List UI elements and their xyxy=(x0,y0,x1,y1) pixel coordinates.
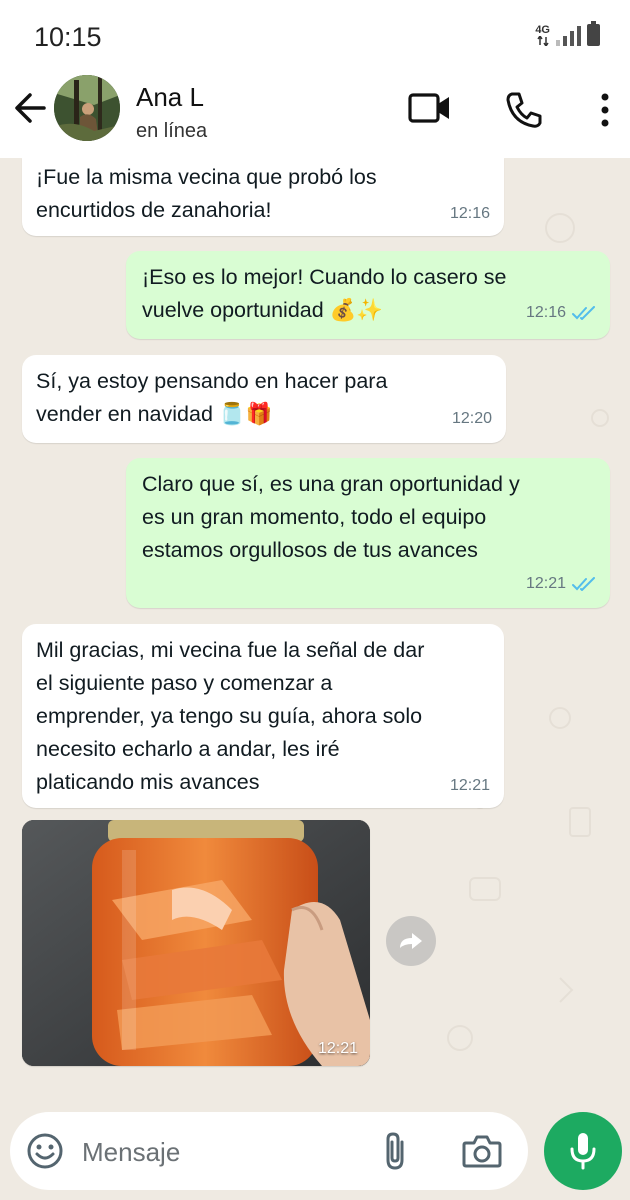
status-time: 10:15 xyxy=(34,22,102,52)
image-message[interactable]: 12:21 xyxy=(22,820,370,1066)
chat-area[interactable]: ¡Fue la misma vecina que probó los encur… xyxy=(0,158,630,1100)
message-time: 12:20 xyxy=(451,410,492,427)
signal-icon xyxy=(556,26,581,46)
emoji-icon[interactable] xyxy=(26,1132,64,1170)
message-input[interactable] xyxy=(80,1133,364,1171)
pickled-carrots-photo xyxy=(22,820,370,1066)
chat-header: Ana L en línea xyxy=(0,70,630,158)
status-icons: 4G xyxy=(535,21,600,46)
message-text: ¡Eso es lo mejor! Cuando lo casero se vu… xyxy=(142,265,507,322)
message-time: 12:16 xyxy=(525,304,566,321)
input-bar xyxy=(0,1100,630,1200)
message-bubble-incoming[interactable]: Mil gracias, mi vecina fue la señal de d… xyxy=(22,624,504,808)
message-meta: 12:16 xyxy=(450,197,490,230)
message-bubble-outgoing[interactable]: Claro que sí, es una gran oportunidad y … xyxy=(126,458,610,608)
message-box xyxy=(10,1112,528,1190)
message-meta: 12:16 xyxy=(526,296,596,329)
message-meta: 12:21 xyxy=(450,769,490,802)
data-arrows-icon xyxy=(537,36,549,46)
message-bubble-outgoing[interactable]: ¡Eso es lo mejor! Cuando lo casero se vu… xyxy=(126,251,610,339)
message-text: Sí, ya estoy pensando en hacer para vend… xyxy=(36,369,388,426)
message-time: 12:21 xyxy=(525,575,566,592)
arrow-left-icon[interactable] xyxy=(10,86,50,130)
contact-name[interactable]: Ana L xyxy=(136,82,204,113)
message-meta: 12:20 xyxy=(452,402,492,435)
message-bubble-incoming[interactable]: ¡Fue la misma vecina que probó los encur… xyxy=(22,158,504,236)
message-bubble-incoming[interactable]: Sí, ya estoy pensando en hacer para vend… xyxy=(22,355,506,443)
message-time: 12:16 xyxy=(449,205,490,222)
camera-icon[interactable] xyxy=(462,1134,502,1168)
phone-icon[interactable] xyxy=(504,90,544,130)
double-check-icon xyxy=(572,576,595,591)
battery-icon xyxy=(587,21,600,46)
message-text: Claro que sí, es una gran oportunidad y … xyxy=(142,472,520,562)
network-label: 4G xyxy=(535,24,550,36)
message-text: Mil gracias, mi vecina fue la señal de d… xyxy=(36,638,425,794)
contact-status: en línea xyxy=(136,120,208,142)
message-time: 12:21 xyxy=(317,1040,358,1057)
avatar[interactable] xyxy=(54,75,120,141)
microphone-icon xyxy=(570,1133,596,1170)
network-indicator: 4G xyxy=(535,25,550,46)
forward-button[interactable] xyxy=(386,916,436,966)
more-vert-icon[interactable] xyxy=(598,92,612,128)
double-check-icon xyxy=(572,305,595,320)
paperclip-icon[interactable] xyxy=(382,1130,408,1172)
status-bar: 10:15 4G xyxy=(0,0,630,70)
message-time: 12:21 xyxy=(449,777,490,794)
video-camera-icon[interactable] xyxy=(408,92,452,124)
message-text: ¡Fue la misma vecina que probó los encur… xyxy=(36,165,377,222)
forward-icon xyxy=(400,933,422,949)
mic-button[interactable] xyxy=(544,1112,622,1190)
message-meta: 12:21 xyxy=(526,567,596,600)
